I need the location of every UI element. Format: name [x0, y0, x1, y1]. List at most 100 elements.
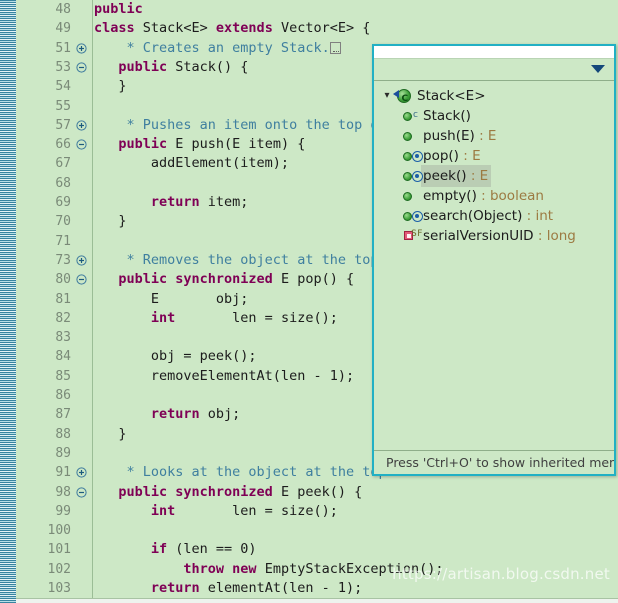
- code-token: Stack() {: [167, 58, 249, 75]
- member-return-type: : boolean: [476, 188, 544, 204]
- member-return-type: : E: [474, 128, 497, 144]
- code-token: int: [94, 309, 176, 326]
- line-number: 67: [55, 156, 71, 172]
- line-number: 49: [55, 21, 71, 37]
- fold-expand-icon[interactable]: [75, 251, 88, 270]
- fold-collapse-icon[interactable]: [75, 270, 88, 289]
- code-line: public synchronized E peek() {: [94, 483, 362, 502]
- annotation-ruler[interactable]: [0, 0, 16, 603]
- fold-expand-icon[interactable]: [75, 39, 88, 58]
- chevron-down-icon[interactable]: [591, 65, 605, 73]
- code-token: return: [94, 406, 200, 423]
- public-member-icon: c: [401, 106, 421, 126]
- member-label: pop(): [423, 148, 459, 164]
- public-member-icon: [401, 186, 421, 206]
- code-token: len = size();: [175, 502, 338, 519]
- outline-member-serialversionuid[interactable]: SF serialVersionUID : long: [374, 226, 614, 246]
- public-member-icon: [401, 126, 421, 146]
- line-number: 98: [55, 484, 71, 500]
- fold-expand-icon[interactable]: [75, 463, 88, 482]
- outline-member-stack[interactable]: c Stack(): [374, 106, 614, 126]
- code-token: obj = peek();: [94, 348, 257, 365]
- line-number: 53: [55, 59, 71, 75]
- code-line: }: [94, 425, 127, 444]
- outline-member-empty[interactable]: empty() : boolean: [374, 186, 614, 206]
- fold-collapse-icon[interactable]: [75, 58, 88, 77]
- code-line: obj = peek();: [94, 347, 257, 366]
- private-field-icon: SF: [401, 226, 422, 246]
- code-token: }: [94, 425, 127, 442]
- code-token: E push(E item) {: [167, 136, 306, 153]
- code-line: }: [94, 77, 126, 96]
- code-token: E pop() {: [272, 271, 355, 288]
- member-label: serialVersionUID: [423, 228, 534, 244]
- fold-collapse-icon[interactable]: [75, 483, 88, 502]
- outline-member-pushe[interactable]: push(E) : E: [374, 126, 614, 146]
- line-number: 51: [55, 40, 71, 56]
- line-number: 101: [47, 542, 71, 558]
- code-token: public: [94, 136, 168, 153]
- code-token: class: [94, 20, 135, 37]
- code-token: public: [94, 58, 168, 75]
- horizontal-scrollbar[interactable]: [16, 598, 618, 603]
- synchronized-icon: [412, 171, 423, 182]
- member-return-type: : E: [458, 148, 481, 164]
- code-line: E obj;: [94, 290, 249, 309]
- line-number: 103: [47, 581, 71, 596]
- line-number: 48: [55, 2, 71, 17]
- code-token: Stack<E>: [134, 20, 216, 37]
- line-number: 91: [55, 465, 71, 481]
- outline-member-peek[interactable]: peek() : E: [374, 165, 614, 187]
- code-line: int len = size();: [94, 309, 338, 328]
- code-token: (len == 0): [167, 541, 257, 558]
- outline-toolbar: [374, 59, 614, 81]
- code-line: return obj;: [94, 405, 240, 424]
- line-number-gutter[interactable]: 48 49 51 53 54 55 57 66 67 68 69 70 71 73 80 81 82 83 84 85…: [16, 0, 93, 603]
- code-line: }: [94, 212, 127, 231]
- line-number: 89: [55, 445, 71, 461]
- code-line: * Creates an empty Stack.: [94, 39, 341, 58]
- code-token: elementAt(len - 1);: [199, 580, 363, 596]
- line-number: 57: [55, 117, 71, 133]
- code-line: * Pushes an item onto the top of thi: [94, 116, 420, 135]
- outline-tree[interactable]: ▾Stack<E>cStack()push(E) : Epop() : Epee…: [374, 82, 614, 450]
- line-number: 88: [55, 426, 71, 442]
- code-token: public synchronized: [94, 271, 273, 288]
- code-token: * Removes the object at the top of t: [94, 251, 420, 268]
- code-token: throw new: [94, 560, 257, 577]
- line-number: 69: [55, 195, 71, 210]
- outline-tree-root[interactable]: ▾Stack<E>: [374, 86, 614, 109]
- code-line: return elementAt(len - 1);: [94, 579, 362, 598]
- line-number: 71: [55, 233, 71, 249]
- line-number: 54: [55, 79, 71, 95]
- outline-member-searchobject[interactable]: search(Object) : int: [374, 206, 614, 226]
- public-member-icon: [401, 206, 423, 226]
- member-label: empty(): [423, 188, 477, 204]
- line-number: 102: [47, 561, 71, 577]
- line-number: 86: [55, 388, 71, 403]
- code-token: public synchronized: [94, 483, 273, 500]
- line-number: 82: [55, 310, 71, 326]
- collapsed-comment-marker[interactable]: [329, 41, 341, 54]
- code-line: int len = size();: [94, 502, 338, 521]
- synchronized-icon: [412, 211, 423, 222]
- line-number: 85: [55, 368, 71, 384]
- quick-outline-popup[interactable]: ▾Stack<E>cStack()push(E) : Epop() : Epee…: [372, 44, 616, 476]
- code-line: public: [94, 0, 143, 19]
- line-number: 83: [55, 330, 71, 346]
- code-token: E peek() {: [272, 483, 363, 500]
- code-token: removeElementAt(len - 1);: [94, 367, 355, 384]
- member-label: peek(): [423, 168, 467, 184]
- fold-collapse-icon[interactable]: [75, 135, 88, 154]
- line-number: 100: [47, 523, 71, 539]
- code-token: }: [94, 213, 127, 230]
- code-token: obj;: [199, 406, 241, 423]
- line-number: 73: [55, 252, 71, 268]
- code-token: return: [94, 194, 200, 210]
- line-number: 80: [55, 272, 71, 288]
- member-label: push(E): [423, 128, 475, 144]
- code-line: addElement(item);: [94, 154, 289, 173]
- outline-filter-input[interactable]: [374, 46, 614, 59]
- fold-expand-icon[interactable]: [75, 116, 88, 135]
- outline-member-pop[interactable]: pop() : E: [374, 146, 614, 166]
